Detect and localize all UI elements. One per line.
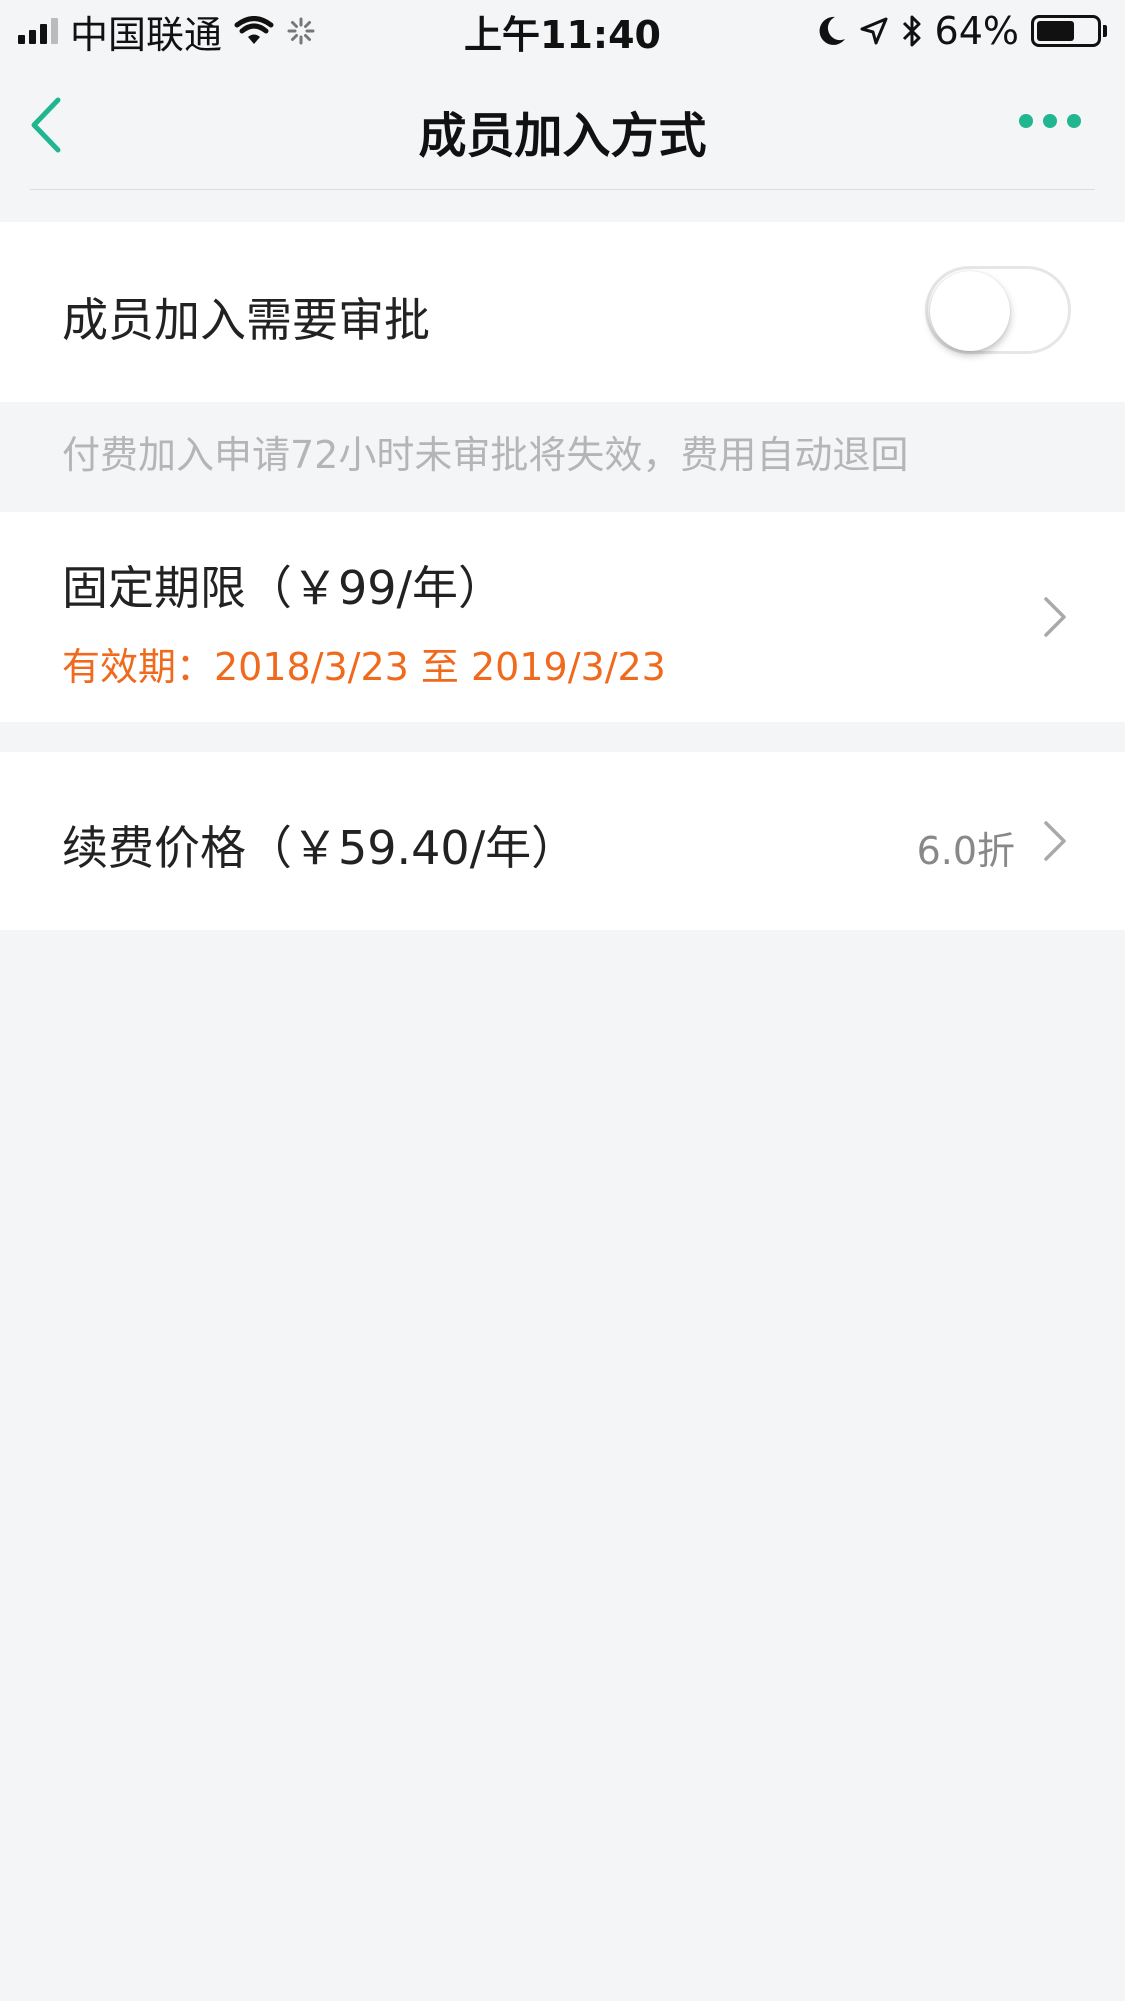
chevron-right-icon	[1044, 821, 1066, 861]
page-title: 成员加入方式	[418, 108, 707, 164]
status-right: 64%	[817, 9, 1107, 53]
fixed-term-label: 固定期限（￥99/年）	[62, 561, 505, 615]
validity-period: 有效期：2018/3/23 至 2019/3/23	[62, 645, 666, 689]
renewal-label: 续费价格（￥59.40/年）	[62, 821, 578, 875]
status-bar: 中国联通 上午11:40 64%	[0, 0, 1125, 62]
bluetooth-icon	[902, 15, 921, 47]
battery-percent: 64%	[934, 9, 1019, 53]
more-icon[interactable]	[1019, 114, 1081, 128]
activity-spinner-icon	[287, 17, 315, 45]
toggle-knob	[930, 271, 1010, 351]
wifi-icon	[234, 16, 274, 44]
location-arrow-icon	[860, 17, 888, 45]
status-left: 中国联通	[18, 4, 316, 59]
nav-bar: 成员加入方式	[0, 62, 1125, 190]
renewal-cell[interactable]: 续费价格（￥59.40/年） 6.0折	[0, 752, 1125, 930]
chevron-right-icon	[1044, 597, 1066, 637]
moon-icon	[819, 16, 845, 45]
battery-fill	[1037, 21, 1075, 41]
carrier-name: 中国联通	[70, 12, 223, 57]
battery-icon	[1031, 15, 1107, 47]
approval-cell: 成员加入需要审批	[0, 222, 1125, 402]
nav-divider	[30, 189, 1095, 190]
approval-toggle[interactable]	[925, 266, 1071, 354]
approval-label: 成员加入需要审批	[62, 293, 430, 347]
hint-text: 付费加入申请72小时未审批将失效，费用自动退回	[62, 433, 909, 477]
discount-value: 6.0折	[916, 829, 1015, 873]
signal-icon	[18, 18, 58, 44]
fixed-term-cell[interactable]: 固定期限（￥99/年） 有效期：2018/3/23 至 2019/3/23	[0, 512, 1125, 722]
